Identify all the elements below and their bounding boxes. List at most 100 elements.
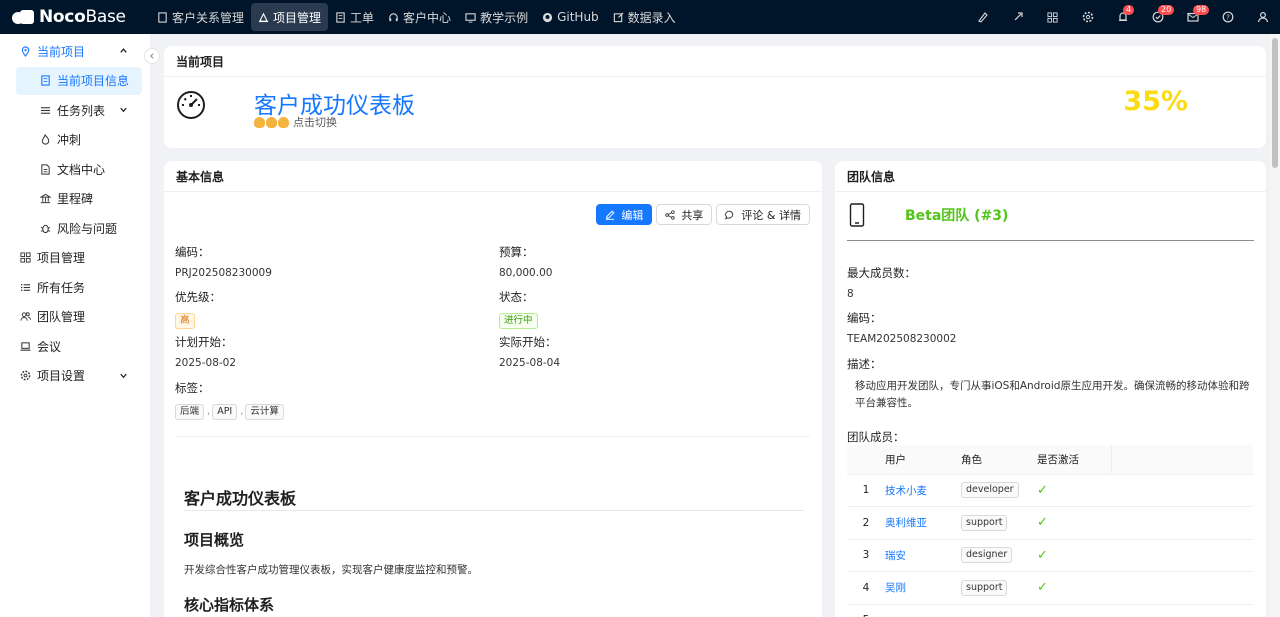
grid-icon <box>1047 11 1058 23</box>
topnav-data-entry[interactable]: 数据录入 <box>606 3 683 31</box>
sidebar-item-label: 任务列表 <box>57 103 106 118</box>
nocobase-logo[interactable]: Noco Base <box>0 7 150 27</box>
table-row[interactable]: 2 奥利维亚 support ✓ <box>847 506 1253 540</box>
gear-icon <box>1082 11 1093 23</box>
edit-button-label: 编辑 <box>621 208 644 222</box>
role-tag: developer <box>961 482 1019 499</box>
tasks-button[interactable]: 20 <box>1140 0 1175 34</box>
logo-text-base: Base <box>85 7 126 27</box>
sidebar-item-team-management[interactable]: 团队管理 <box>0 303 150 331</box>
brush-icon <box>977 12 988 23</box>
topnav-tickets[interactable]: 工单 <box>328 3 381 31</box>
member-user-link[interactable]: 奥利维亚 <box>885 517 927 529</box>
topnav-project-management[interactable]: 项目管理 <box>251 3 329 31</box>
field-label: 实际开始： <box>499 335 557 349</box>
field-value: PRJ202508230009 <box>175 267 272 279</box>
active-check-icon: ✓ <box>1037 547 1048 563</box>
file-text-icon <box>41 163 50 175</box>
sidebar-item-risks[interactable]: 风险与问题 <box>0 214 150 242</box>
status-tag: 进行中 <box>499 313 538 329</box>
table-row[interactable]: 4 吴刚 support ✓ <box>847 571 1253 605</box>
role-tag: designer <box>961 547 1013 564</box>
chevron-up-icon <box>120 48 127 53</box>
comment-icon <box>725 210 734 220</box>
field-tags: 标签： 后端, API, 云计算 <box>175 380 286 420</box>
mobile-phone-icon <box>849 203 865 227</box>
row-index: 5 <box>847 604 885 617</box>
headset-icon <box>389 12 398 21</box>
scrollbar-thumb[interactable] <box>1272 38 1278 168</box>
github-icon <box>542 12 553 22</box>
member-user-link[interactable]: 吴刚 <box>885 582 906 594</box>
topnav-customer-center[interactable]: 客户中心 <box>381 3 458 31</box>
field-label: 状态： <box>499 290 534 304</box>
document-icon <box>41 75 50 86</box>
sidebar-item-label: 项目管理 <box>37 251 86 265</box>
sidebar-item-doc-center[interactable]: 文档中心 <box>0 155 150 183</box>
file-icon <box>158 11 167 23</box>
field-label: 最大成员数： <box>847 266 916 280</box>
mail-button[interactable]: 98 <box>1175 0 1210 34</box>
card-title: 当前项目 <box>164 46 1266 77</box>
comment-details-button[interactable]: 评论 & 详情 <box>716 204 810 225</box>
sidebar-item-current-project[interactable]: 当前项目 <box>0 37 150 65</box>
share-button[interactable]: 共享 <box>656 204 713 225</box>
sidebar-item-current-project-info[interactable]: 当前项目信息 <box>16 66 142 95</box>
field-label: 团队成员： <box>847 430 905 444</box>
sidebar-item-label: 文档中心 <box>57 162 106 177</box>
sidebar-item-label: 会议 <box>37 339 62 354</box>
current-project-card: 当前项目 客户成功仪表板 点击切换 35% <box>164 46 1266 148</box>
sidebar-item-label: 冲刺 <box>57 133 82 147</box>
topnav-label: 工单 <box>350 10 375 25</box>
member-user-link[interactable]: 瑞安 <box>885 550 906 562</box>
card-title: 基本信息 <box>164 161 822 192</box>
notifications-button[interactable]: 4 <box>1105 0 1140 34</box>
table-header-user: 用户 <box>885 445 961 475</box>
field-label: 优先级： <box>175 290 221 304</box>
monitor-icon <box>465 12 476 23</box>
sidebar-item-sprint[interactable]: 冲刺 <box>0 126 150 154</box>
switch-project-hint[interactable]: 点击切换 <box>254 114 337 130</box>
topnav-label: GitHub <box>557 10 599 24</box>
topbar-actions: 4 20 98 ? <box>965 0 1280 34</box>
theme-editor-button[interactable] <box>965 0 1000 34</box>
active-check-icon: ✓ <box>1037 482 1048 498</box>
row-index: 2 <box>847 506 885 540</box>
sidebar-item-all-tasks[interactable]: 所有任务 <box>0 273 150 301</box>
sidebar-item-label: 当前项目 <box>37 44 86 59</box>
table-row[interactable]: 3 瑞安 designer ✓ <box>847 539 1253 572</box>
table-row[interactable]: 1 技术小麦 developer ✓ <box>847 474 1253 507</box>
sidebar-item-milestone[interactable]: 里程碑 <box>0 185 150 213</box>
table-row[interactable]: 5 <box>847 604 1253 617</box>
user-menu-button[interactable] <box>1245 0 1280 34</box>
sidebar-item-project-management[interactable]: 项目管理 <box>0 244 150 272</box>
edit-button[interactable]: 编辑 <box>596 204 653 225</box>
field-status: 状态： 进行中 <box>499 289 538 329</box>
field-value: 2025-08-02 <box>175 357 237 369</box>
help-button[interactable]: ? <box>1210 0 1245 34</box>
ticket-icon <box>336 11 345 23</box>
sidebar-item-project-settings[interactable]: 项目设置 <box>0 362 150 390</box>
field-plan-start: 计划开始： 2025-08-02 <box>175 334 236 369</box>
topnav-github[interactable]: GitHub <box>535 3 606 31</box>
topnav-label: 客户关系管理 <box>172 10 245 25</box>
plugin-button[interactable] <box>1000 0 1035 34</box>
row-index: 3 <box>847 539 885 572</box>
settings-button[interactable] <box>1070 0 1105 34</box>
sidebar-collapse-button[interactable] <box>144 48 160 64</box>
page-scrollbar[interactable] <box>1270 34 1280 617</box>
topnav-tutorials[interactable]: 教学示例 <box>458 3 535 31</box>
team-name[interactable]: Beta团队 (#3) <box>905 205 1008 225</box>
member-user-link[interactable]: 技术小麦 <box>885 485 927 497</box>
sidebar-item-task-list[interactable]: 任务列表 <box>0 96 150 124</box>
edit-icon <box>613 12 624 22</box>
laptop-icon <box>20 341 31 351</box>
table-header-row: 用户 角色 是否激活 <box>847 445 1253 475</box>
sidebar-item-label: 风险与问题 <box>57 221 118 236</box>
markdown-heading: 客户成功仪表板 <box>184 489 297 508</box>
apps-button[interactable] <box>1035 0 1070 34</box>
rocket-icon <box>1014 12 1023 21</box>
logo-text-noco: Noco <box>39 7 86 27</box>
topnav-crm[interactable]: 客户关系管理 <box>150 3 251 31</box>
sidebar-item-meetings[interactable]: 会议 <box>0 332 150 360</box>
